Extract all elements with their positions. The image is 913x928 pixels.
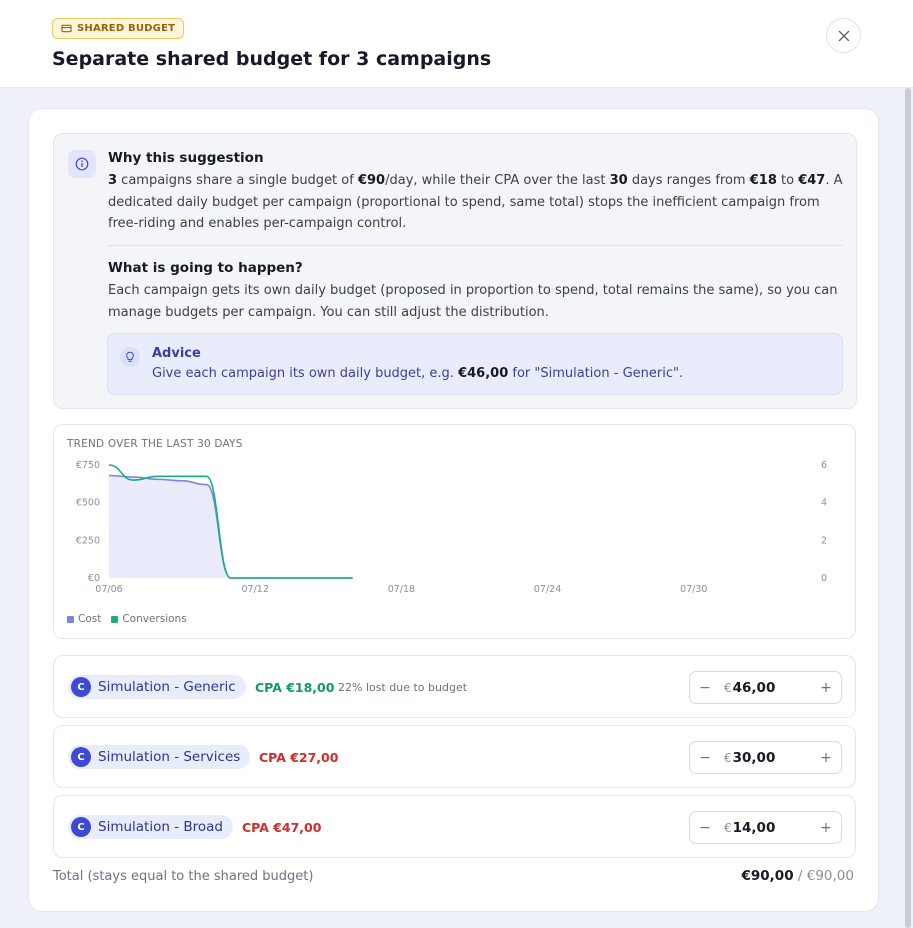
y-left-tick-label: €0 bbox=[88, 573, 100, 584]
scrollbar[interactable] bbox=[905, 88, 911, 928]
campaign-row: C Simulation - Services CPA €27,00 − €30… bbox=[53, 725, 856, 788]
budget-value: 14,00 bbox=[732, 819, 776, 836]
lost-budget-note: 22% lost due to budget bbox=[338, 681, 468, 694]
legend-label-cost: Cost bbox=[78, 613, 102, 625]
days-count: 30 bbox=[609, 173, 628, 188]
increase-button[interactable]: + bbox=[811, 812, 841, 843]
campaign-pill[interactable]: C Simulation - Generic bbox=[68, 675, 246, 699]
budget-value: 30,00 bbox=[732, 749, 776, 766]
lightbulb-icon bbox=[120, 347, 140, 367]
y-right-tick-label: 4 bbox=[821, 498, 827, 509]
budget-input[interactable]: €46,00 bbox=[720, 680, 811, 696]
close-button[interactable] bbox=[826, 18, 861, 53]
increase-button[interactable]: + bbox=[811, 672, 841, 703]
currency-symbol: € bbox=[724, 680, 732, 695]
info-icon bbox=[68, 150, 96, 178]
dialog-header: SHARED BUDGET Separate shared budget for… bbox=[0, 0, 913, 88]
happen-title: What is going to happen? bbox=[108, 260, 303, 276]
currency-symbol: € bbox=[724, 750, 732, 765]
total-amount: €90,00 bbox=[741, 868, 794, 884]
campaign-cpa: CPA €18,00 bbox=[255, 680, 335, 695]
currency-symbol: € bbox=[724, 820, 732, 835]
advice-amount: €46,00 bbox=[458, 366, 509, 381]
total-separator: / bbox=[793, 868, 807, 884]
campaign-type-icon: C bbox=[71, 677, 91, 697]
y-right-tick-label: 6 bbox=[821, 460, 827, 471]
divider bbox=[108, 245, 843, 246]
why-section: Why this suggestion 3 campaigns share a … bbox=[53, 133, 857, 409]
decrease-button[interactable]: − bbox=[690, 742, 720, 773]
campaign-cpa: CPA €27,00 bbox=[259, 750, 339, 765]
campaign-row: C Simulation - Broad CPA €47,00 − €14,00… bbox=[53, 795, 856, 858]
y-right-tick-label: 2 bbox=[821, 535, 827, 546]
why-text-part: days ranges from bbox=[627, 173, 750, 188]
budget-stepper: − €14,00 + bbox=[689, 811, 842, 844]
total-label: Total (stays equal to the shared budget) bbox=[53, 869, 314, 884]
chart-legend: Cost Conversions bbox=[67, 613, 187, 625]
y-left-tick-label: €250 bbox=[76, 535, 100, 546]
campaign-name: Simulation - Services bbox=[98, 749, 241, 765]
budget-stepper: − €46,00 + bbox=[689, 671, 842, 704]
y-right-tick-label: 0 bbox=[821, 573, 827, 584]
y-left-tick-label: €750 bbox=[76, 460, 100, 471]
increase-button[interactable]: + bbox=[811, 742, 841, 773]
advice-text-part: for "Simulation - Generic". bbox=[508, 366, 684, 381]
series-area-cost bbox=[109, 475, 353, 578]
why-text-part: campaigns share a single budget of bbox=[117, 173, 358, 188]
campaign-row: C Simulation - Generic CPA €18,00 22% lo… bbox=[53, 655, 856, 718]
why-text: 3 campaigns share a single budget of €90… bbox=[108, 170, 843, 235]
shared-budget-total: €90,00 bbox=[806, 868, 854, 884]
x-tick-label: 07/18 bbox=[388, 584, 415, 595]
decrease-button[interactable]: − bbox=[690, 812, 720, 843]
happen-text: Each campaign gets its own daily budget … bbox=[108, 283, 838, 320]
x-tick-label: 07/12 bbox=[242, 584, 269, 595]
x-tick-label: 07/06 bbox=[95, 584, 122, 595]
campaign-count: 3 bbox=[108, 173, 118, 188]
campaign-name: Simulation - Broad bbox=[98, 819, 223, 835]
advice-text-part: Give each campaign its own daily budget,… bbox=[152, 366, 459, 381]
scrollbar-thumb[interactable] bbox=[905, 88, 911, 928]
advice-text: Give each campaign its own daily budget,… bbox=[152, 366, 683, 381]
legend-conversions: Conversions bbox=[111, 613, 187, 625]
legend-label-conversions: Conversions bbox=[122, 613, 187, 625]
legend-swatch-conversions bbox=[111, 615, 119, 623]
close-icon bbox=[838, 30, 849, 41]
legend-cost: Cost bbox=[67, 613, 101, 625]
campaign-cpa: CPA €47,00 bbox=[242, 820, 322, 835]
dialog-title: Separate shared budget for 3 campaigns bbox=[52, 48, 492, 70]
cpa-min: €18 bbox=[749, 173, 777, 188]
campaign-pill[interactable]: C Simulation - Services bbox=[68, 745, 251, 769]
advice-title: Advice bbox=[152, 346, 201, 361]
suggestion-card: Why this suggestion 3 campaigns share a … bbox=[28, 108, 879, 912]
y-left-tick-label: €500 bbox=[76, 498, 100, 509]
x-tick-label: 07/24 bbox=[534, 584, 561, 595]
shared-budget-amount: €90 bbox=[357, 173, 386, 188]
campaign-type-icon: C bbox=[71, 747, 91, 767]
budget-value: 46,00 bbox=[732, 679, 776, 696]
cpa-max: €47 bbox=[798, 173, 826, 188]
trend-chart: TREND OVER THE LAST 30 DAYS €0 €250 €500 €7… bbox=[53, 424, 856, 639]
advice-box: Advice Give each campaign its own daily … bbox=[107, 333, 843, 395]
why-text-part: to bbox=[776, 173, 799, 188]
total-value: €90,00 / €90,00 bbox=[742, 868, 855, 884]
campaign-name: Simulation - Generic bbox=[98, 679, 236, 695]
decrease-button[interactable]: − bbox=[690, 672, 720, 703]
shared-budget-badge: SHARED BUDGET bbox=[52, 18, 185, 39]
chart-plot: €0 €250 €500 €750 0 2 4 6 07/06 07/12 07/18 07/24 07… bbox=[76, 460, 827, 595]
campaign-type-icon: C bbox=[71, 817, 91, 837]
budget-input[interactable]: €14,00 bbox=[720, 820, 811, 836]
budget-input[interactable]: €30,00 bbox=[720, 750, 811, 766]
wallet-icon bbox=[61, 24, 72, 33]
legend-swatch-cost bbox=[67, 615, 74, 623]
campaign-pill[interactable]: C Simulation - Broad bbox=[68, 815, 233, 839]
x-tick-label: 07/30 bbox=[680, 584, 707, 595]
budget-stepper: − €30,00 + bbox=[689, 741, 842, 774]
badge-label: SHARED BUDGET bbox=[77, 23, 176, 34]
why-title: Why this suggestion bbox=[108, 150, 264, 166]
why-text-part: /day, while their CPA over the last bbox=[385, 173, 610, 188]
